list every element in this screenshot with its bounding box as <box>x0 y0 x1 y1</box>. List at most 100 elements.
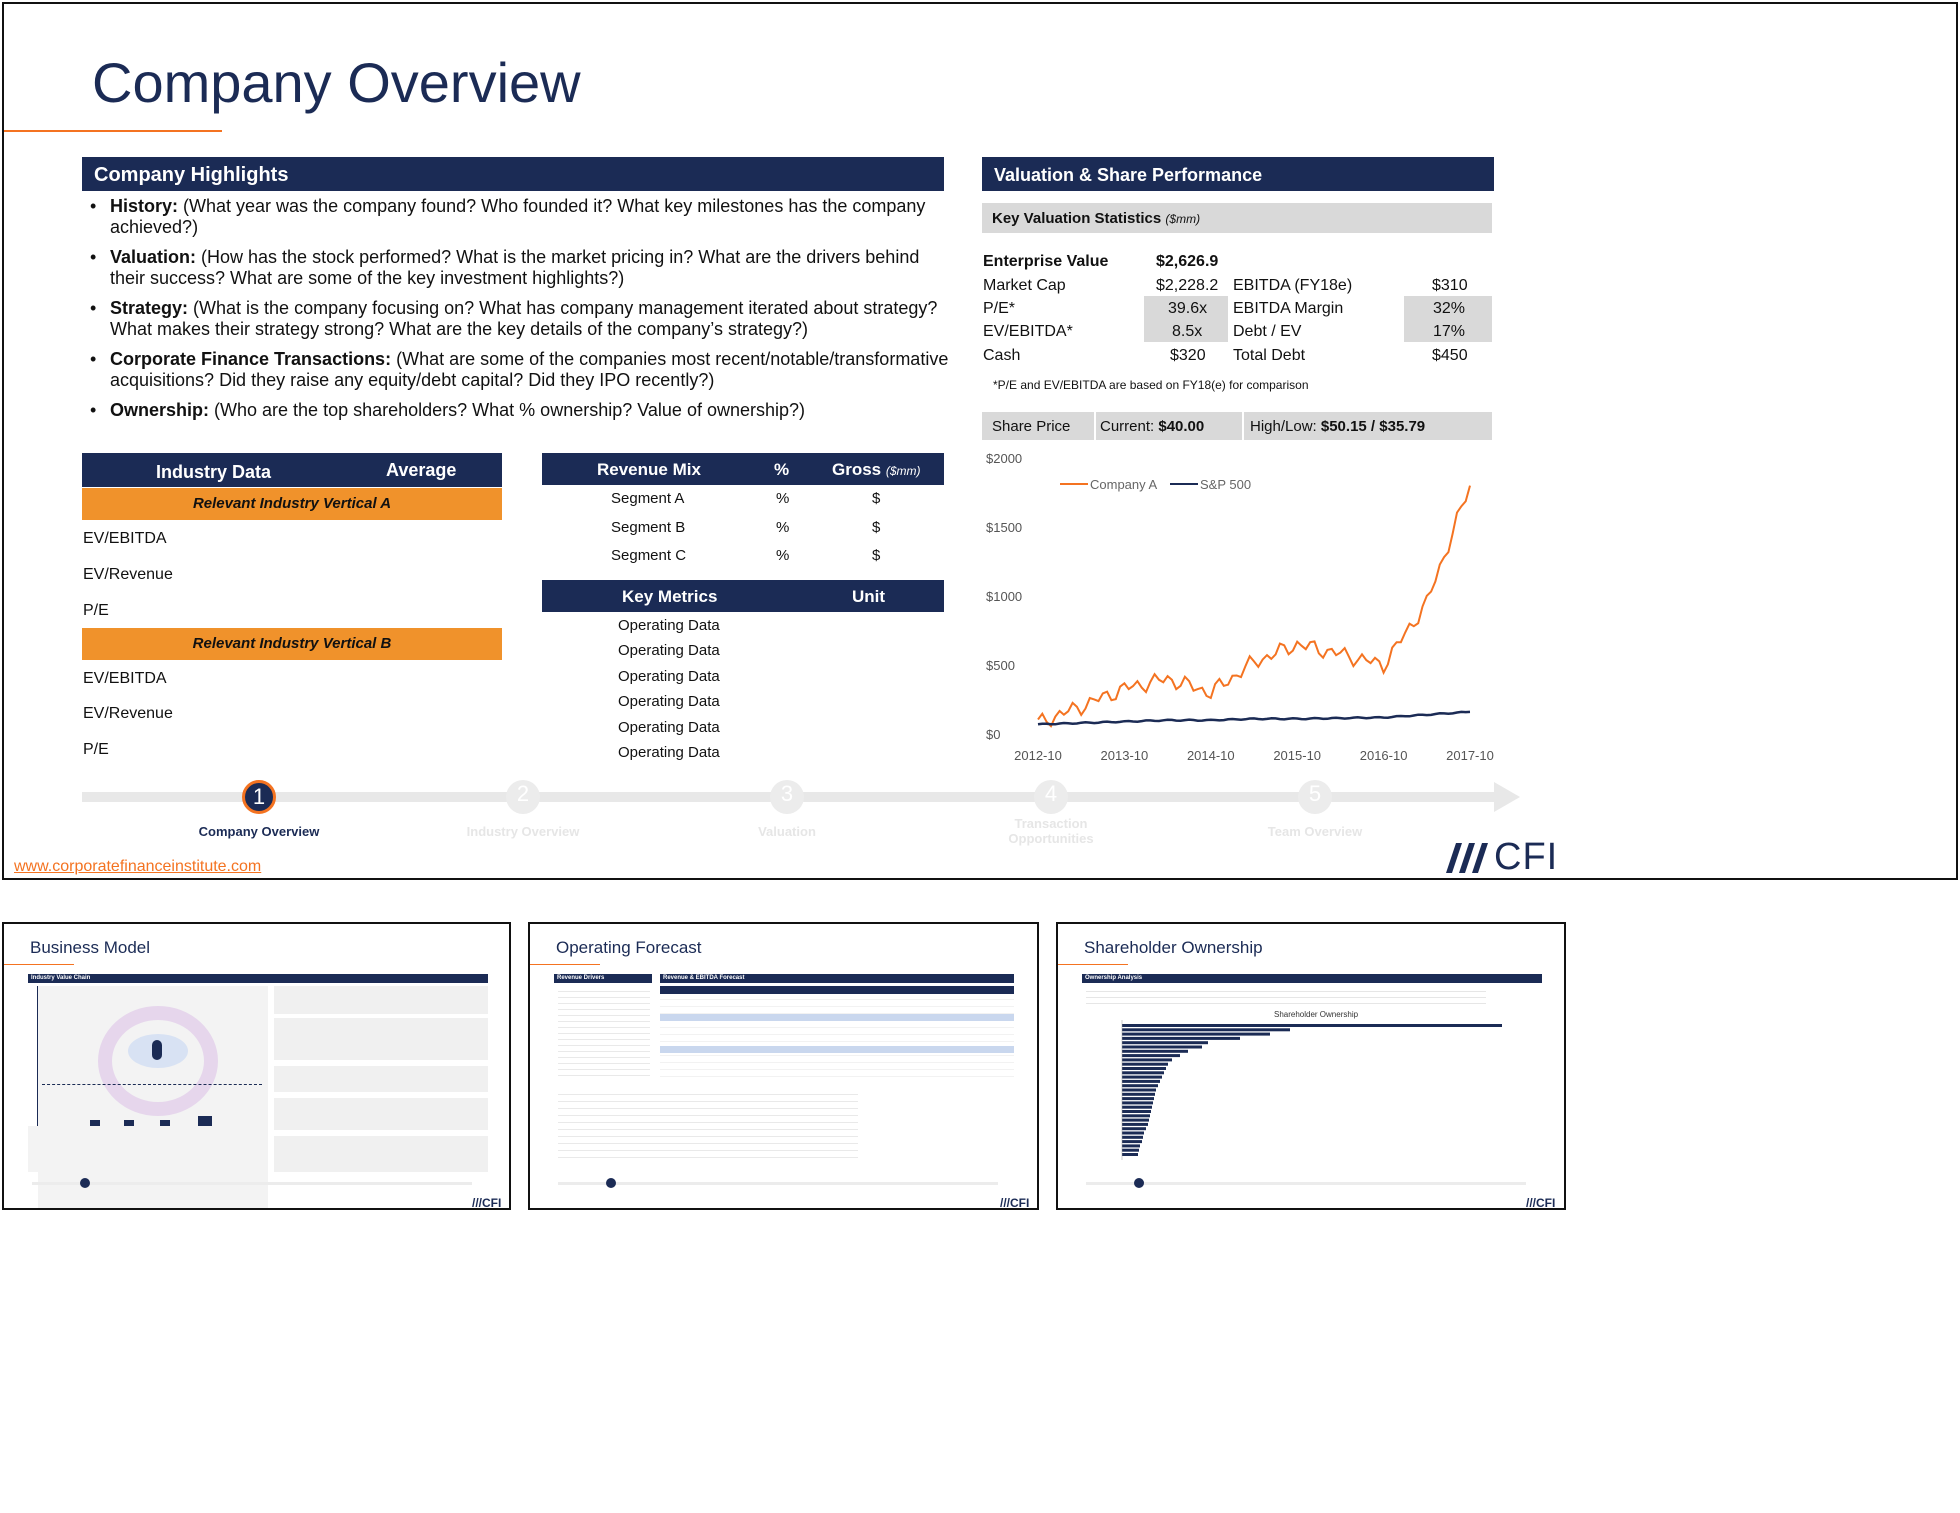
industry-metric: EV/EBITDA <box>83 670 167 687</box>
industry-metric: EV/Revenue <box>83 566 173 583</box>
stat-value: $310 <box>1432 277 1468 294</box>
progress-step-label: Team Overview <box>1267 824 1363 839</box>
ownership-bar <box>1122 1045 1202 1049</box>
thumbnail-shareholder-ownership[interactable]: Shareholder Ownership Ownership Analysis… <box>1056 922 1566 1210</box>
ownership-bar <box>1122 1041 1208 1045</box>
ownership-bar <box>1122 1131 1144 1135</box>
pct-label: % <box>774 460 790 479</box>
x-tick-label: 2013-10 <box>1101 748 1149 763</box>
highlight-item: • Corporate Finance Transactions: (What a… <box>90 349 949 390</box>
thumbnail-notes <box>28 1126 268 1172</box>
ownership-bar <box>1122 1127 1146 1131</box>
element-box <box>274 986 488 1014</box>
highlight-item: • Strategy: (What is the company focusing… <box>90 298 938 339</box>
stat-value: $450 <box>1432 347 1468 364</box>
ownership-bar <box>1122 1097 1154 1101</box>
y-tick-label: $500 <box>986 658 1015 673</box>
highlights-list: • History: (What year was the company fou… <box>90 196 950 421</box>
progress-step-4[interactable]: 4 <box>1034 780 1068 814</box>
cfi-logo: CFI <box>1444 836 1558 878</box>
legend-label: S&P 500 <box>1200 477 1251 492</box>
progress-step-label: Transaction Opportunities <box>1008 816 1094 846</box>
key-metrics-header: Key Metrics Unit <box>542 580 944 612</box>
highlight-item: • Valuation: (How has the stock performed… <box>90 247 920 288</box>
ownership-bar <box>1122 1088 1156 1092</box>
average-col-label: Average <box>386 460 457 480</box>
vertical-a-band: Relevant Industry Vertical A <box>82 488 502 520</box>
stat-value: 32% <box>1433 300 1466 317</box>
progress-step-1[interactable]: 1 <box>242 780 276 814</box>
industry-metric: EV/EBITDA <box>83 530 167 547</box>
ownership-bar <box>1122 1049 1188 1053</box>
progress-step-5[interactable]: 5 <box>1298 780 1332 814</box>
stat-value: $320 <box>1170 347 1206 364</box>
y-tick-label: $0 <box>986 727 1000 742</box>
footnote: *P/E and EV/EBITDA are based on FY18(e) … <box>993 378 1309 392</box>
ownership-bar <box>1122 1071 1164 1075</box>
segment-name: Segment B <box>611 519 686 536</box>
revenue-mix-label: Revenue Mix <box>597 460 701 479</box>
ownership-bar <box>1122 1101 1153 1105</box>
revenue-mix-header: Revenue Mix % Gross ($mm) <box>542 453 944 485</box>
thumbnail-operating-forecast[interactable]: Operating Forecast Revenue Drivers Reven… <box>528 922 1039 1210</box>
forecast-notes <box>558 1088 858 1164</box>
ownership-bar <box>1122 1144 1140 1148</box>
thumbnail-section-header: Revenue & EBITDA Forecast <box>660 974 1014 983</box>
ownership-bar <box>1122 1084 1158 1088</box>
y-tick-label: $2000 <box>986 451 1022 466</box>
thumbnail-title: Operating Forecast <box>556 938 702 957</box>
segment-name: Segment C <box>611 547 687 564</box>
metric-row: Operating Data <box>618 719 720 736</box>
stat-value: 8.5x <box>1172 323 1203 340</box>
share-price-chart: $0 $500 $1000 $1500 $2000 2012-10 2013-10 2014-… <box>986 451 1494 763</box>
x-tick-label: 2017-10 <box>1446 748 1494 763</box>
ownership-bar <box>1122 1062 1168 1066</box>
ownership-chart-title: Shareholder Ownership <box>1274 1010 1359 1019</box>
progress-step-3[interactable]: 3 <box>770 780 804 814</box>
highlight-item: • History: (What year was the company fou… <box>90 196 926 237</box>
vertical-b-band: Relevant Industry Vertical B <box>82 628 502 660</box>
stat-value: 17% <box>1433 323 1466 340</box>
forecast-notes <box>558 986 650 1078</box>
ownership-bar <box>1122 1148 1139 1152</box>
industry-header: Industry Data Average <box>82 453 502 487</box>
progress-arrow-icon <box>1494 782 1520 812</box>
stat-value: 39.6x <box>1168 300 1208 317</box>
stat-label: Market Cap <box>983 277 1066 294</box>
highlight-item: • Ownership: (Who are the top shareholder… <box>90 400 806 420</box>
progress-step-2[interactable]: 2 <box>506 780 540 814</box>
stats-title-band: Key Valuation Statistics ($mm) <box>982 203 1492 233</box>
metric-row: Operating Data <box>618 693 720 710</box>
stat-label: Total Debt <box>1233 347 1306 364</box>
element-box <box>274 1018 488 1060</box>
metric-row: Operating Data <box>618 642 720 659</box>
thumbnail-section-header: Industry Value Chain <box>28 974 488 983</box>
stat-label: P/E* <box>983 300 1016 317</box>
segment-gross: $ <box>872 519 881 536</box>
key-metrics-label: Key Metrics <box>622 587 718 606</box>
ownership-bar <box>1122 1024 1502 1027</box>
ownership-bar <box>1122 1032 1270 1036</box>
progress-step-label: Valuation <box>758 824 816 839</box>
progress-step-label: Company Overview <box>198 824 320 839</box>
segment-gross: $ <box>872 547 881 564</box>
gross-label: Gross ($mm) <box>832 460 921 479</box>
metric-row: Operating Data <box>618 744 720 761</box>
segment-pct: % <box>776 490 790 507</box>
thumbnail-title: Shareholder Ownership <box>1084 938 1263 957</box>
thumbnail-progress <box>32 1182 472 1185</box>
segment-pct: % <box>776 519 790 536</box>
metric-row: Operating Data <box>618 617 720 634</box>
cfi-logo-icon <box>1446 843 1488 873</box>
ownership-bar <box>1122 1028 1290 1032</box>
website-link[interactable]: www.corporatefinanceinstitute.com <box>14 858 261 876</box>
ownership-bar <box>1122 1122 1148 1126</box>
industry-col-label: Industry Data <box>156 462 272 482</box>
ownership-bar <box>1122 1054 1180 1058</box>
thumbnail-business-model[interactable]: Business Model Industry Value Chain ///C… <box>2 922 511 1210</box>
share-price-band: Share Price Current: $40.00 High/Low: $5… <box>982 412 1492 440</box>
x-tick-label: 2014-10 <box>1187 748 1235 763</box>
thumbnail-section-header: Revenue Drivers <box>554 974 652 983</box>
series-line-company-a <box>1037 485 1471 728</box>
title-underline <box>4 130 222 132</box>
